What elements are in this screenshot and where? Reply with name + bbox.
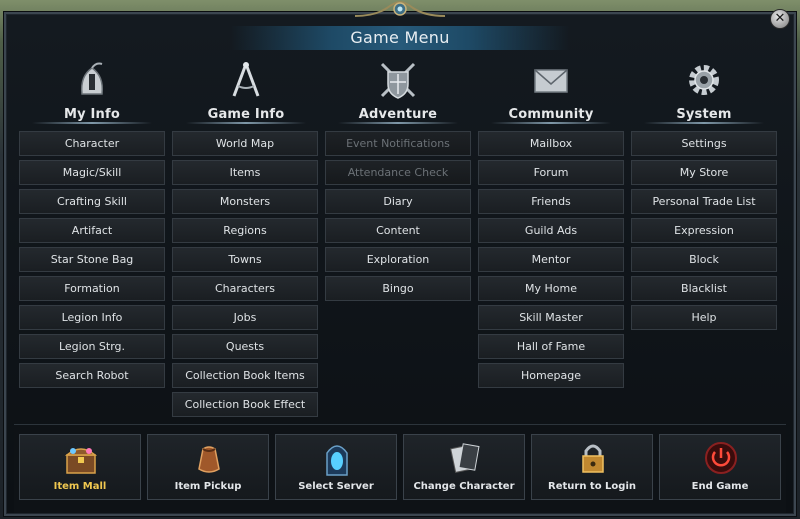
- menu-column-adventure: Event Notifications Attendance Check Dia…: [325, 131, 471, 305]
- button-label: Change Character: [413, 481, 515, 492]
- header-divider: [338, 122, 458, 124]
- menu-item-collection-book-effect[interactable]: Collection Book Effect: [172, 392, 318, 417]
- top-ornament-icon: [355, 0, 445, 17]
- menu-item-legion-strg[interactable]: Legion Strg.: [19, 334, 165, 359]
- column-title: Game Info: [207, 107, 285, 122]
- menu-item-diary[interactable]: Diary: [325, 189, 471, 214]
- menu-item-star-stone-bag[interactable]: Star Stone Bag: [19, 247, 165, 272]
- menu-item-characters[interactable]: Characters: [172, 276, 318, 301]
- menu-item-hall-of-fame[interactable]: Hall of Fame: [478, 334, 624, 359]
- shield-swords-icon: [380, 62, 416, 99]
- item-mall-button[interactable]: Item Mall: [19, 434, 141, 500]
- menu-item-legion-info[interactable]: Legion Info: [19, 305, 165, 330]
- treasure-chest-icon: [64, 448, 98, 474]
- change-character-button[interactable]: Change Character: [403, 434, 525, 500]
- window-title: Game Menu: [350, 28, 450, 47]
- menu-item-help[interactable]: Help: [631, 305, 777, 330]
- menu-item-artifact[interactable]: Artifact: [19, 218, 165, 243]
- menu-item-homepage[interactable]: Homepage: [478, 363, 624, 388]
- menu-item-exploration[interactable]: Exploration: [325, 247, 471, 272]
- pouch-icon: [198, 446, 220, 473]
- menu-item-event-notifications: Event Notifications: [325, 131, 471, 156]
- menu-item-personal-trade-list[interactable]: Personal Trade List: [631, 189, 777, 214]
- menu-item-attendance-check: Attendance Check: [325, 160, 471, 185]
- menu-item-friends[interactable]: Friends: [478, 189, 624, 214]
- menu-item-world-map[interactable]: World Map: [172, 131, 318, 156]
- menu-item-blacklist[interactable]: Blacklist: [631, 276, 777, 301]
- menu-column-system: Settings My Store Personal Trade List Ex…: [631, 131, 777, 334]
- menu-column-community: Mailbox Forum Friends Guild Ads Mentor M…: [478, 131, 624, 392]
- menu-item-mentor[interactable]: Mentor: [478, 247, 624, 272]
- column-header-system: System: [630, 60, 778, 126]
- menu-item-expression[interactable]: Expression: [631, 218, 777, 243]
- select-server-button[interactable]: Select Server: [275, 434, 397, 500]
- menu-item-towns[interactable]: Towns: [172, 247, 318, 272]
- column-title: Adventure: [358, 107, 438, 122]
- button-label: End Game: [691, 481, 749, 492]
- close-button[interactable]: ✕: [770, 9, 790, 29]
- menu-item-formation[interactable]: Formation: [19, 276, 165, 301]
- column-header-game-info: Game Info: [172, 60, 320, 126]
- menu-column-game-info: World Map Items Monsters Regions Towns C…: [172, 131, 318, 421]
- menu-item-guild-ads[interactable]: Guild Ads: [478, 218, 624, 243]
- column-header-my-info: My Info: [18, 60, 166, 126]
- menu-item-jobs[interactable]: Jobs: [172, 305, 318, 330]
- column-title: System: [676, 107, 732, 122]
- button-label: Select Server: [298, 481, 374, 492]
- column-header-community: Community: [477, 60, 625, 126]
- end-game-button[interactable]: End Game: [659, 434, 781, 500]
- menu-item-monsters[interactable]: Monsters: [172, 189, 318, 214]
- header-divider: [32, 122, 152, 124]
- menu-item-mailbox[interactable]: Mailbox: [478, 131, 624, 156]
- portal-icon: [326, 445, 348, 476]
- menu-item-content[interactable]: Content: [325, 218, 471, 243]
- menu-item-regions[interactable]: Regions: [172, 218, 318, 243]
- envelope-icon: [534, 69, 568, 93]
- column-header-adventure: Adventure: [324, 60, 472, 126]
- menu-item-skill-master[interactable]: Skill Master: [478, 305, 624, 330]
- menu-item-magic-skill[interactable]: Magic/Skill: [19, 160, 165, 185]
- menu-item-block[interactable]: Block: [631, 247, 777, 272]
- menu-item-character[interactable]: Character: [19, 131, 165, 156]
- button-label: Item Mall: [53, 481, 107, 492]
- gear-icon: [689, 65, 719, 95]
- menu-item-search-robot[interactable]: Search Robot: [19, 363, 165, 388]
- menu-item-settings[interactable]: Settings: [631, 131, 777, 156]
- menu-item-items[interactable]: Items: [172, 160, 318, 185]
- compass-icon: [232, 62, 260, 97]
- button-label: Return to Login: [548, 481, 636, 492]
- menu-item-my-store[interactable]: My Store: [631, 160, 777, 185]
- close-icon: ✕: [774, 11, 786, 26]
- header-divider: [491, 122, 611, 124]
- column-title: Community: [508, 107, 594, 122]
- button-label: Item Pickup: [174, 481, 242, 492]
- menu-item-collection-book-items[interactable]: Collection Book Items: [172, 363, 318, 388]
- helmet-icon: [80, 62, 104, 95]
- menu-item-bingo[interactable]: Bingo: [325, 276, 471, 301]
- header-divider: [644, 122, 764, 124]
- item-pickup-button[interactable]: Item Pickup: [147, 434, 269, 500]
- menu-column-my-info: Character Magic/Skill Crafting Skill Art…: [19, 131, 165, 392]
- menu-item-crafting-skill[interactable]: Crafting Skill: [19, 189, 165, 214]
- menu-item-forum[interactable]: Forum: [478, 160, 624, 185]
- cards-icon: [450, 443, 480, 473]
- padlock-icon: [582, 444, 604, 473]
- power-icon: [705, 442, 737, 474]
- return-to-login-button[interactable]: Return to Login: [531, 434, 653, 500]
- header-divider: [186, 122, 306, 124]
- menu-item-quests[interactable]: Quests: [172, 334, 318, 359]
- menu-item-my-home[interactable]: My Home: [478, 276, 624, 301]
- column-title: My Info: [63, 107, 120, 122]
